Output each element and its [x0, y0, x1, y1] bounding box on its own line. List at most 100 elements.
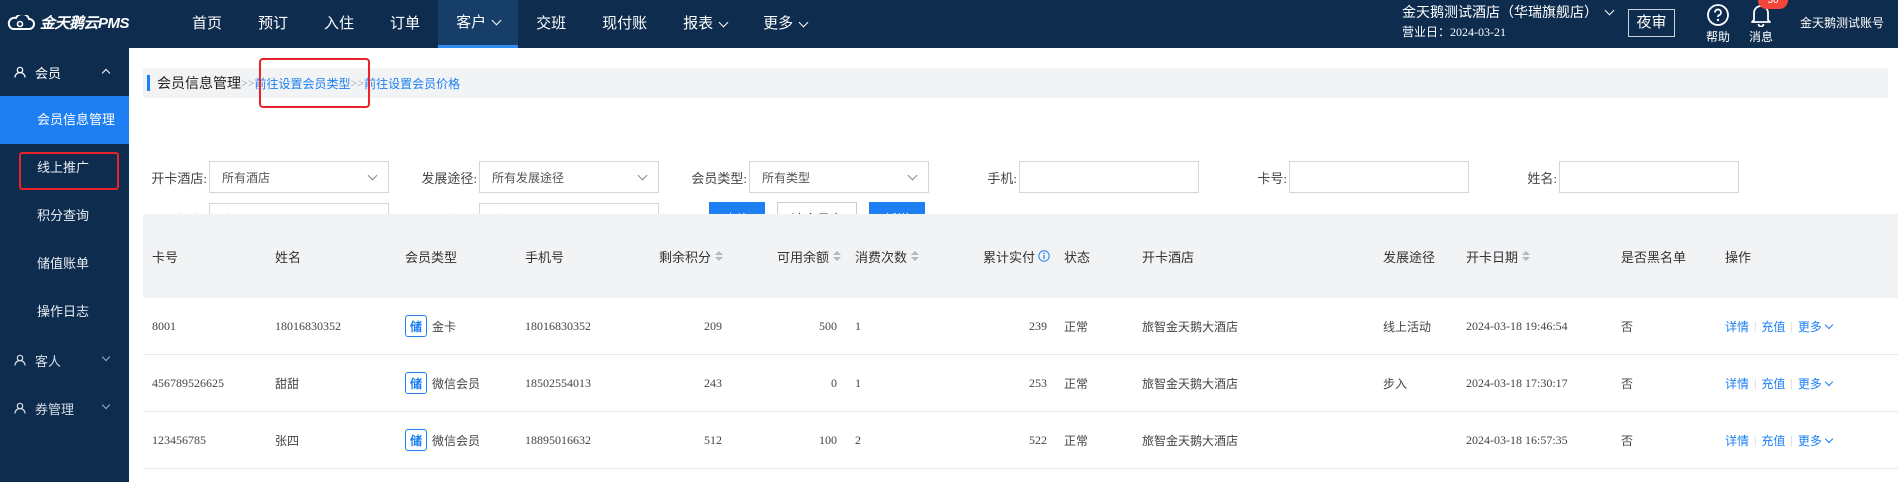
channel-select[interactable]: 所有发展途径 — [479, 161, 659, 193]
cell-blacklist: 否 — [1621, 319, 1634, 334]
header-text: 状态 — [1064, 249, 1091, 265]
sidebar-item-points-query[interactable]: 积分查询 — [0, 192, 129, 240]
card-hotel-select[interactable]: 所有酒店 — [209, 161, 389, 193]
detail-link[interactable]: 详情 — [1725, 318, 1749, 335]
table-row: 456789526625 甜甜 储微信会员 18502554013 243 0 … — [143, 355, 1898, 412]
card-no-input[interactable] — [1289, 161, 1469, 193]
header-text: 手机号 — [525, 249, 565, 265]
sidebar-group-coupon[interactable]: 券管理 — [0, 384, 129, 432]
more-dropdown[interactable]: 更多 — [1797, 432, 1834, 449]
more-label: 更多 — [1797, 319, 1822, 334]
header-text: 是否黑名单 — [1621, 249, 1687, 265]
nav-label: 客户 — [456, 14, 487, 31]
select-value: 所有发展途径 — [492, 170, 565, 185]
hotel-name: 金天鹅测试酒店（华瑞旗舰店） — [1402, 6, 1598, 21]
phone-input[interactable] — [1019, 161, 1199, 193]
column-header-sortable[interactable]: 可用余额 — [777, 214, 842, 298]
cell-date: 2024-03-18 19:46:54 — [1466, 318, 1568, 333]
cell-date: 2024-03-18 16:57:35 — [1466, 432, 1568, 447]
cloud-logo-icon — [7, 14, 35, 30]
nav-reservation[interactable]: 预订 — [240, 0, 306, 48]
sidebar-item-operation-log[interactable]: 操作日志 — [0, 288, 129, 336]
column-header-sortable[interactable]: 开卡日期 — [1466, 214, 1531, 298]
nav-orders[interactable]: 订单 — [372, 0, 438, 48]
page-title: 会员信息管理 — [157, 77, 241, 92]
chevron-down-icon — [1824, 434, 1834, 443]
account-name[interactable]: 金天鹅测试账号 — [1800, 14, 1884, 31]
chevron-down-icon — [1824, 320, 1834, 329]
chevron-down-icon — [637, 170, 648, 181]
header-text: 操作 — [1725, 249, 1752, 265]
header-text: 累计实付 — [983, 249, 1036, 265]
sort-icon — [1522, 251, 1531, 261]
help-button[interactable]: 帮助 — [1706, 2, 1730, 45]
breadcrumb-separator: >> — [241, 75, 255, 90]
link-set-member-price[interactable]: 前往设置会员价格 — [364, 75, 460, 92]
sidebar-group-guest[interactable]: 客人 — [0, 336, 129, 384]
sidebar-item-member-info[interactable]: 会员信息管理 — [0, 96, 129, 144]
name-input[interactable] — [1559, 161, 1739, 193]
cell-name: 张四 — [275, 433, 300, 448]
nav-label: 订单 — [390, 16, 421, 32]
cell-balance: 0 — [831, 375, 837, 390]
header-text: 卡号 — [152, 249, 179, 265]
header-text: 发展途径 — [1383, 249, 1436, 265]
cell-hotel: 旅智金天鹅大酒店 — [1142, 319, 1239, 334]
member-type-select[interactable]: 所有类型 — [749, 161, 929, 193]
cell-card-no: 456789526625 — [152, 375, 224, 390]
night-audit-button[interactable]: 夜审 — [1628, 9, 1675, 37]
nav-more[interactable]: 更多 — [745, 0, 825, 48]
cell-channel: 步入 — [1383, 376, 1408, 391]
help-icon — [1707, 4, 1729, 26]
header-text: 可用余额 — [777, 249, 830, 265]
nav-label: 交班 — [536, 16, 567, 32]
nav-label: 首页 — [192, 16, 223, 32]
column-header: 卡号 — [152, 214, 178, 298]
breadcrumb: 会员信息管理 >> 前往设置会员类型 >> 前往设置会员价格 — [143, 68, 1888, 98]
highlight-box — [19, 152, 119, 190]
stored-value-tag: 储 — [405, 429, 427, 451]
recharge-link[interactable]: 充值 — [1761, 432, 1785, 449]
detail-link[interactable]: 详情 — [1725, 432, 1749, 449]
divider: | — [1790, 318, 1793, 333]
more-dropdown[interactable]: 更多 — [1797, 318, 1834, 335]
column-header-sortable[interactable]: 消费次数 — [855, 214, 920, 298]
column-header-sortable[interactable]: 剩余积分 — [659, 214, 724, 298]
hotel-selector[interactable]: 金天鹅测试酒店（华瑞旗舰店） 营业日：2024-03-21 — [1402, 4, 1615, 42]
message-count-badge: 50 — [1758, 0, 1788, 9]
cell-status: 正常 — [1064, 433, 1089, 448]
column-header: 发展途径 — [1383, 214, 1435, 298]
cell-actions: 详情 | 充值 | 更多 — [1725, 298, 1834, 354]
nav-checkin[interactable]: 入住 — [306, 0, 372, 48]
more-label: 更多 — [1797, 433, 1822, 448]
nav-reports[interactable]: 报表 — [665, 0, 745, 48]
cell-phone: 18895016632 — [525, 432, 591, 447]
logo[interactable]: 金天鹅云PMS — [6, 12, 130, 33]
sidebar-group-member[interactable]: 会员 — [0, 48, 129, 96]
recharge-link[interactable]: 充值 — [1761, 375, 1785, 392]
main-content: 会员信息管理 >> 前往设置会员类型 >> 前往设置会员价格 开卡酒店: 所有酒… — [129, 48, 1898, 482]
chevron-down-icon — [1824, 377, 1834, 386]
divider: | — [1754, 375, 1757, 390]
nav-cash-account[interactable]: 现付账 — [584, 0, 665, 48]
cell-balance: 100 — [819, 432, 837, 447]
column-header: 开卡酒店 — [1142, 214, 1194, 298]
cell-visits: 1 — [855, 375, 861, 390]
recharge-link[interactable]: 充值 — [1761, 318, 1785, 335]
nav-shift[interactable]: 交班 — [518, 0, 584, 48]
main-nav: 首页 预订 入住 订单 客户 交班 现付账 报表 更多 — [174, 0, 825, 48]
field-label: 发展途径: — [421, 170, 477, 186]
user-icon — [14, 354, 26, 366]
nav-label: 入住 — [324, 16, 355, 32]
chevron-up-icon — [101, 68, 111, 78]
member-type-text: 微信会员 — [432, 433, 481, 448]
cell-visits: 1 — [855, 318, 861, 333]
nav-customer[interactable]: 客户 — [438, 0, 519, 48]
sidebar-item-stored-value-bill[interactable]: 储值账单 — [0, 240, 129, 288]
detail-link[interactable]: 详情 — [1725, 375, 1749, 392]
info-icon[interactable] — [1038, 250, 1050, 262]
nav-home[interactable]: 首页 — [174, 0, 240, 48]
chevron-down-icon — [798, 17, 809, 27]
column-header: 累计实付 — [983, 214, 1050, 298]
more-dropdown[interactable]: 更多 — [1798, 375, 1834, 392]
